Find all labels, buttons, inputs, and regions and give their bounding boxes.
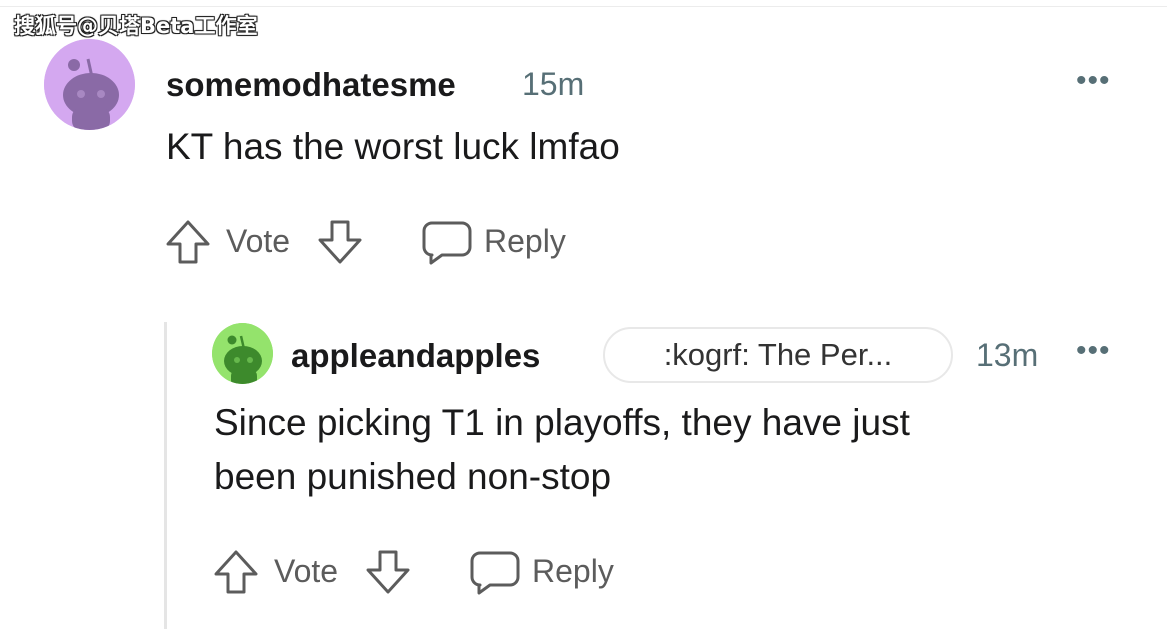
reply-button[interactable]: Reply xyxy=(422,217,566,265)
vote-count-label: Vote xyxy=(226,223,291,259)
more-options-button[interactable]: ••• xyxy=(1076,66,1111,96)
comment-username[interactable]: somemodhatesme xyxy=(166,66,456,104)
more-options-button[interactable]: ••• xyxy=(1076,336,1111,366)
comment-bubble-icon xyxy=(470,551,520,595)
upvote-arrow-icon xyxy=(214,550,258,594)
user-flair[interactable]: :kogrf: The Per... xyxy=(603,327,953,383)
comment-text: Since picking T1 in playoffs, they have … xyxy=(214,402,910,443)
thread-line[interactable] xyxy=(164,322,167,629)
downvote-arrow-icon xyxy=(366,550,410,594)
comment-bubble-icon xyxy=(422,221,472,265)
comment-timestamp: 13m xyxy=(976,337,1039,373)
vote-count-label: Vote xyxy=(274,553,339,589)
reply-label: Reply xyxy=(484,222,566,259)
watermark: 搜狐号@贝塔Beta工作室 xyxy=(14,14,258,38)
upvote-arrow-icon xyxy=(166,220,210,264)
avatar[interactable] xyxy=(44,39,135,130)
downvote-button[interactable] xyxy=(316,218,364,266)
comment-timestamp: 15m xyxy=(522,66,585,102)
reply-label: Reply xyxy=(532,552,614,589)
comment-text: been punished non-stop xyxy=(214,456,612,497)
top-divider xyxy=(0,6,1167,7)
downvote-button[interactable] xyxy=(364,548,412,596)
comment-username[interactable]: appleandapples xyxy=(291,337,540,375)
reply-button[interactable]: Reply xyxy=(470,547,614,595)
comment-text: KT has the worst luck lmfao xyxy=(166,126,620,167)
snoo-avatar-icon xyxy=(212,323,273,384)
avatar[interactable] xyxy=(212,323,273,384)
snoo-avatar-icon xyxy=(44,39,135,130)
downvote-arrow-icon xyxy=(318,220,362,264)
upvote-button[interactable] xyxy=(212,548,260,596)
upvote-button[interactable] xyxy=(164,218,212,266)
